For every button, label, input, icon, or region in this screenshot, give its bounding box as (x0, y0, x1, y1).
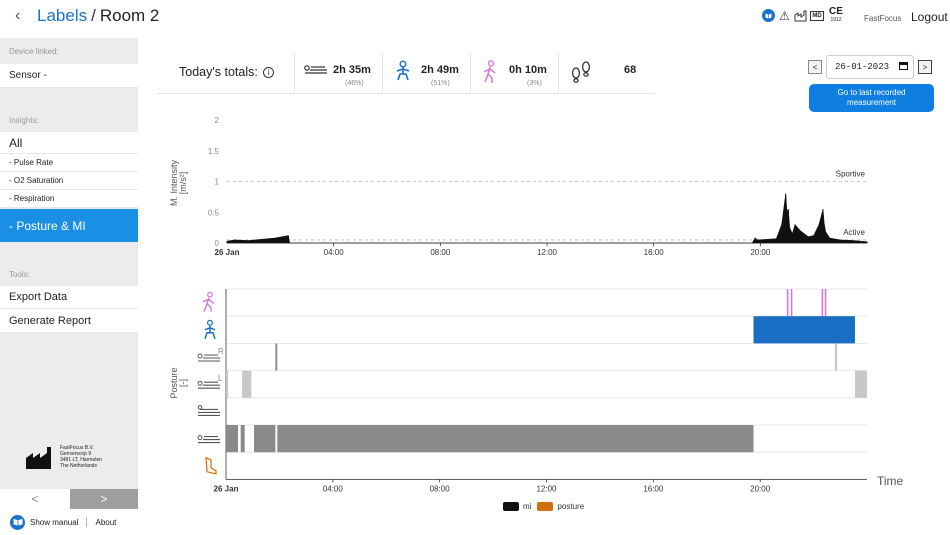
chart-legend: mi posture (503, 502, 590, 511)
legend-item-mi[interactable]: mi (503, 502, 531, 511)
posture-segment-lying-right (275, 343, 278, 371)
posture-segment-lying-right (834, 343, 838, 371)
sit-head (207, 319, 214, 326)
posture-segment-lying-left (226, 370, 229, 398)
posture-segment-lying-left (854, 370, 867, 398)
lying-prone-icon (197, 405, 220, 416)
walking-icon (202, 291, 215, 312)
posture-row-letter: L (218, 374, 223, 383)
posture-chart: RLPosture [-]26 Jan 04:00 08:00 12:00 16:00 20… (169, 288, 867, 493)
posture-segment-lying-back (277, 425, 754, 453)
posture-xtick-label: 12:00 (536, 484, 557, 493)
posture-segment-walking (786, 289, 789, 317)
lying-head (197, 353, 203, 359)
lying-head (197, 380, 203, 386)
foot-shape (205, 456, 217, 475)
foot-icon (205, 456, 217, 475)
posture-segment-lying-back (226, 425, 239, 453)
posture-xtick-label: 20:00 (750, 484, 771, 493)
lying-head (197, 435, 203, 441)
posture-segment-sitting (753, 316, 855, 344)
legend-item-posture[interactable]: posture (537, 502, 584, 511)
posture-ylabel-unit: [-] (178, 379, 188, 387)
posture-segment-walking (824, 289, 827, 317)
posture-xtick-label: 26 Jan (214, 484, 239, 493)
posture-segment-walking (821, 289, 824, 317)
posture-segment-lying-back (254, 425, 276, 453)
posture-segment-walking (790, 289, 793, 317)
lying-icon (197, 353, 220, 362)
prone-body (198, 408, 220, 416)
legend-swatch-mi (503, 502, 519, 511)
posture-xtick-label: 04:00 (323, 484, 344, 493)
time-axis-label: Time (877, 474, 904, 488)
sitting-icon (204, 319, 216, 340)
posture-segment-lying-left (242, 370, 252, 398)
lying-icon (197, 435, 220, 444)
posture-row-letter: R (218, 347, 224, 356)
walk-body (202, 297, 215, 312)
posture-segment-lying-back (240, 425, 245, 453)
prone-head (197, 405, 203, 410)
legend-label-mi: mi (523, 502, 532, 511)
lying-icon (197, 380, 220, 389)
posture-xtick-label: 16:00 (643, 484, 664, 493)
legend-swatch-posture (537, 502, 554, 511)
posture-xtick-label: 08:00 (430, 484, 451, 493)
sit-body (204, 325, 216, 340)
legend-label-posture: posture (557, 502, 585, 511)
walk-head (207, 291, 213, 298)
